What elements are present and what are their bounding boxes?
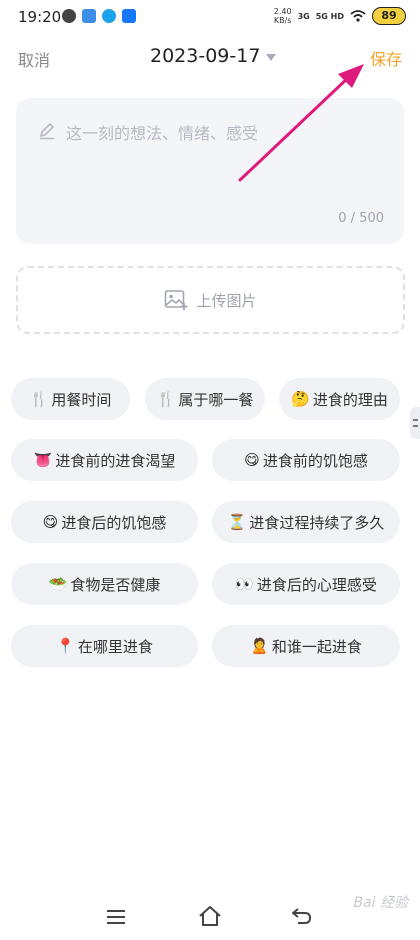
tag-chip[interactable]: 🥗 食物是否健康 xyxy=(11,563,198,605)
tag-label: 用餐时间 xyxy=(51,390,112,409)
fork-knife-icon: 🍴 xyxy=(156,390,176,408)
yum-face-icon: 😋 xyxy=(42,513,59,531)
hourglass-icon: ⏳ xyxy=(227,513,247,531)
person-icon: 🙎 xyxy=(250,637,269,655)
tag-label: 食物是否健康 xyxy=(70,575,161,594)
yum-face-icon: 😋 xyxy=(244,451,260,469)
tag-label: 进食前的进食渴望 xyxy=(55,451,176,470)
menu-icon[interactable] xyxy=(106,909,126,925)
tag-label: 进食后的心理感受 xyxy=(256,575,377,594)
tag-chip[interactable]: 😋 进食前的饥饱感 xyxy=(212,439,400,481)
fork-knife-icon: 🍴 xyxy=(29,390,49,408)
tag-chip[interactable]: 🍴 用餐时间 xyxy=(11,378,130,420)
home-icon[interactable] xyxy=(198,905,222,927)
tag-chip[interactable]: 📍 在哪里进食 xyxy=(11,625,198,667)
pin-icon: 📍 xyxy=(56,637,75,655)
tag-chip[interactable]: 🙎 和谁一起进食 xyxy=(212,625,400,667)
tag-label: 进食过程持续了多久 xyxy=(249,513,385,532)
tag-label: 进食前的饥饱感 xyxy=(262,451,368,470)
baidu-watermark: Bai 经验 xyxy=(353,895,408,911)
floating-side-handle[interactable] xyxy=(410,407,420,439)
tag-label: 进食后的饥饱感 xyxy=(61,513,167,532)
tag-label: 在哪里进食 xyxy=(77,637,153,656)
tag-chip[interactable]: 😋 进食后的饥饱感 xyxy=(11,501,198,543)
tag-chip[interactable]: 👀 进食后的心理感受 xyxy=(212,563,400,605)
char-counter: 0 / 500 xyxy=(338,211,384,226)
image-add-icon xyxy=(165,290,188,310)
tag-label: 和谁一起进食 xyxy=(271,637,362,656)
tag-label: 属于哪一餐 xyxy=(178,390,254,409)
tag-chip[interactable]: 🍴 属于哪一餐 xyxy=(145,378,265,420)
tag-chip[interactable]: 👅 进食前的进食渴望 xyxy=(11,439,198,481)
upload-label: 上传图片 xyxy=(196,291,257,310)
salad-icon: 🥗 xyxy=(48,575,68,593)
tag-chip[interactable]: ⏳ 进食过程持续了多久 xyxy=(212,501,400,543)
tag-chip[interactable]: 🤔 进食的理由 xyxy=(279,378,400,420)
annotation-arrow-icon xyxy=(238,64,364,182)
upload-image-button[interactable]: 上传图片 xyxy=(16,266,405,334)
thinking-face-icon: 🤔 xyxy=(291,390,310,408)
back-icon[interactable] xyxy=(290,906,312,926)
eyes-icon: 👀 xyxy=(235,575,254,593)
tag-label: 进食的理由 xyxy=(312,390,388,409)
tongue-icon: 👅 xyxy=(33,451,53,469)
